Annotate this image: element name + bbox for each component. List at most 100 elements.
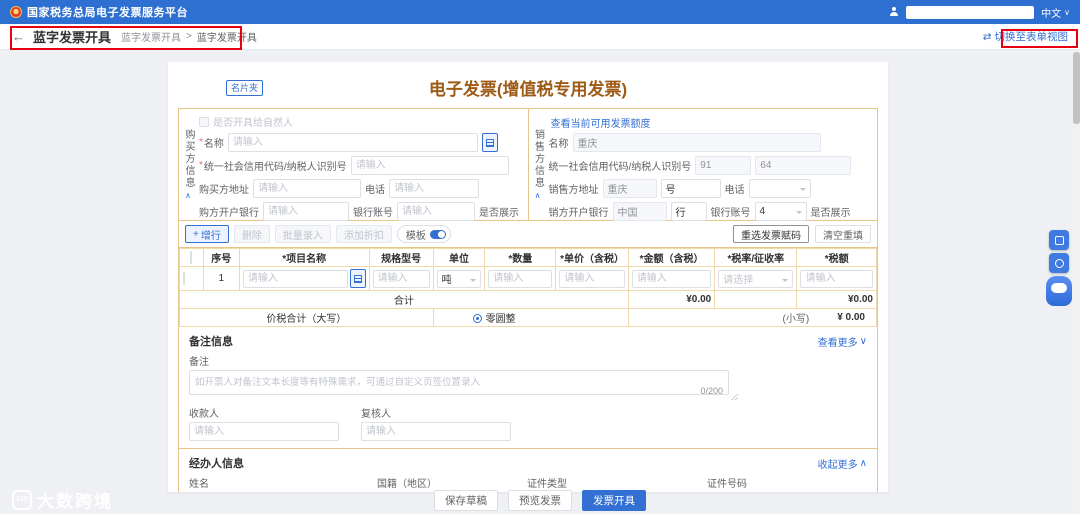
collapse-more-link[interactable]: 收起更多 ∧ — [818, 456, 867, 471]
back-arrow-icon[interactable]: ← — [12, 29, 25, 44]
note-textarea[interactable] — [189, 370, 729, 395]
seller-fields: 查看当前可用发票额度 名称 统一社会信用代码/纳税人识别号 销售方地址 — [547, 109, 878, 221]
item-row: 1 吨 请选择 — [179, 266, 877, 291]
item-name-input[interactable] — [242, 269, 348, 288]
scrollbar-thumb[interactable] — [1073, 52, 1080, 124]
sum-value-cell: (小写) ¥ 0.00 — [627, 308, 878, 327]
top-header: 国家税务总局电子发票服务平台 中文 ∨ — [0, 0, 1080, 24]
radio-icon[interactable] — [472, 314, 482, 323]
col-unit-price: *单价（含税） — [555, 248, 629, 267]
delete-button[interactable]: 删除 — [233, 225, 270, 243]
view-more-link[interactable]: 查看更多 ∨ — [818, 334, 867, 349]
contact-picker-button[interactable] — [481, 133, 498, 152]
tax-rate-select[interactable]: 请选择 — [718, 269, 794, 288]
reselect-invoice-type-button[interactable]: 重选发票赋码 — [733, 225, 809, 243]
switch-view-label: 切换至表单视图 — [994, 31, 1069, 43]
buyer-account-input[interactable] — [397, 202, 475, 221]
items-toolbar: + 增行 删除 批量录入 添加折扣 模板 重选发票赋码 清空重填 — [179, 221, 877, 248]
seller-phone-select[interactable] — [748, 179, 811, 198]
feedback-widget-button[interactable] — [1049, 253, 1069, 273]
toggle-switch-icon — [429, 229, 446, 239]
buyer-vertical-label: 购买方信息 — [183, 129, 194, 189]
sum-small-label: (小写) — [782, 314, 810, 325]
sub-header: ← 蓝字发票开具 蓝字发票开具 > 蓝字发票开具 ⇄ 切换至表单视图 — [0, 24, 1080, 50]
buyer-fields: 是否开具给自然人 * 名称 * 统一社会信用代码/纳税人识别号 — [197, 109, 528, 221]
seller-address-input-2[interactable] — [660, 179, 721, 198]
breadcrumb-item-current: 蓝字发票开具 — [196, 33, 257, 44]
collapse-up-icon[interactable]: ∧ — [535, 191, 541, 200]
spec-cell — [368, 266, 434, 291]
select-all-cell — [179, 248, 204, 267]
template-toggle[interactable]: 模板 — [396, 225, 451, 243]
required-mark: * — [199, 160, 203, 171]
feedback-icon — [1054, 258, 1064, 268]
user-icon[interactable] — [889, 7, 899, 17]
quantity-input[interactable] — [488, 269, 553, 288]
breadcrumb-item[interactable]: 蓝字发票开具 — [121, 29, 181, 44]
breadcrumb-separator: > — [186, 31, 192, 42]
item-picker-button[interactable] — [349, 269, 366, 288]
natural-person-label: 是否开具给自然人 — [213, 118, 293, 129]
seller-taxid-label: 统一社会信用代码/纳税人识别号 — [548, 162, 692, 173]
tax-input[interactable] — [800, 269, 873, 288]
language-switcher[interactable]: 中文 ∨ — [1041, 5, 1070, 20]
col-quantity: *数量 — [484, 248, 557, 267]
unit-select[interactable]: 吨 — [436, 269, 482, 288]
reviewer-input[interactable] — [361, 422, 511, 441]
seller-account-select[interactable]: 4 — [754, 202, 807, 221]
card-head: 名片夹 电子发票(增值税专用发票) — [168, 62, 888, 104]
quota-link[interactable]: 查看当前可用发票额度 — [551, 115, 651, 130]
footer-actions: 保存草稿 预览发票 发票开具 — [0, 490, 1080, 511]
natural-person-checkbox[interactable] — [199, 116, 209, 127]
remarks-title: 备注信息 — [189, 336, 233, 348]
spec-input[interactable] — [372, 269, 430, 288]
buyer-phone-input[interactable] — [389, 179, 479, 198]
watermark-logo: 100 — [12, 489, 32, 510]
clear-refill-button[interactable]: 清空重填 — [815, 225, 871, 243]
select-all-checkbox[interactable] — [190, 251, 193, 264]
floating-widgets — [1046, 230, 1072, 306]
seller-show-label[interactable]: 是否展示 — [811, 204, 851, 219]
col-unit: 单位 — [432, 248, 486, 267]
sum-value: ¥ 0.00 — [837, 312, 865, 323]
row-checkbox[interactable] — [183, 272, 185, 285]
payee-input[interactable] — [189, 422, 339, 441]
contact-card-tag-button[interactable]: 名片夹 — [226, 80, 264, 96]
save-draft-button[interactable]: 保存草稿 — [434, 490, 498, 511]
agent-head: 经办人信息 收起更多 ∧ — [189, 455, 867, 471]
template-label: 模板 — [405, 230, 426, 242]
buyer-name-input[interactable] — [227, 133, 478, 152]
batch-input-button[interactable]: 批量录入 — [274, 225, 331, 243]
resize-handle-icon[interactable] — [731, 393, 738, 400]
service-widget-button[interactable] — [1049, 230, 1069, 250]
swap-icon: ⇄ — [982, 30, 992, 43]
id-type-label: 证件类型 — [527, 479, 567, 490]
preview-invoice-button[interactable]: 预览发票 — [508, 490, 572, 511]
contacts-grid-icon — [485, 138, 494, 147]
buyer-bank-input[interactable] — [263, 202, 349, 221]
add-discount-button[interactable]: 添加折扣 — [335, 225, 392, 243]
assistant-mascot[interactable] — [1046, 276, 1072, 306]
buyer-section-label: 购买方信息 ∧ — [179, 109, 197, 220]
unit-price-input[interactable] — [559, 269, 625, 288]
issue-invoice-button[interactable]: 发票开具 — [582, 490, 646, 511]
seller-section: 销售方信息 ∧ 查看当前可用发票额度 名称 统一社会信用代码/纳税人识别号 — [529, 109, 878, 221]
switch-view-button[interactable]: ⇄ 切换至表单视图 — [983, 29, 1068, 44]
brand: 国家税务总局电子发票服务平台 — [10, 4, 188, 20]
party-section: 购买方信息 ∧ 是否开具给自然人 * 名称 请输入 * 统一社会信用代码/纳税人… — [179, 109, 877, 221]
main-area: 名片夹 电子发票(增值税专用发票) 购买方信息 ∧ 是否开具给自然人 * 名称 … — [0, 50, 1080, 514]
buyer-taxid-input[interactable] — [350, 156, 509, 175]
reviewer-label: 复核人 — [361, 409, 391, 420]
add-row-button[interactable]: + 增行 — [185, 225, 229, 243]
buyer-show-label[interactable]: 是否展示 — [479, 204, 519, 219]
buyer-name-row: * 名称 — [199, 133, 524, 152]
buyer-address-input[interactable] — [253, 179, 361, 198]
seller-bank-input-2[interactable] — [670, 202, 707, 221]
seller-bank-row: 销方开户银行 银行账号 4 是否展示 — [549, 202, 874, 221]
account-name-redaction — [906, 5, 1035, 19]
col-item-name: *项目名称 — [238, 248, 370, 267]
required-mark: * — [199, 137, 203, 148]
col-index: 序号 — [202, 248, 240, 267]
amount-input[interactable] — [631, 269, 712, 288]
collapse-up-icon[interactable]: ∧ — [185, 191, 191, 200]
